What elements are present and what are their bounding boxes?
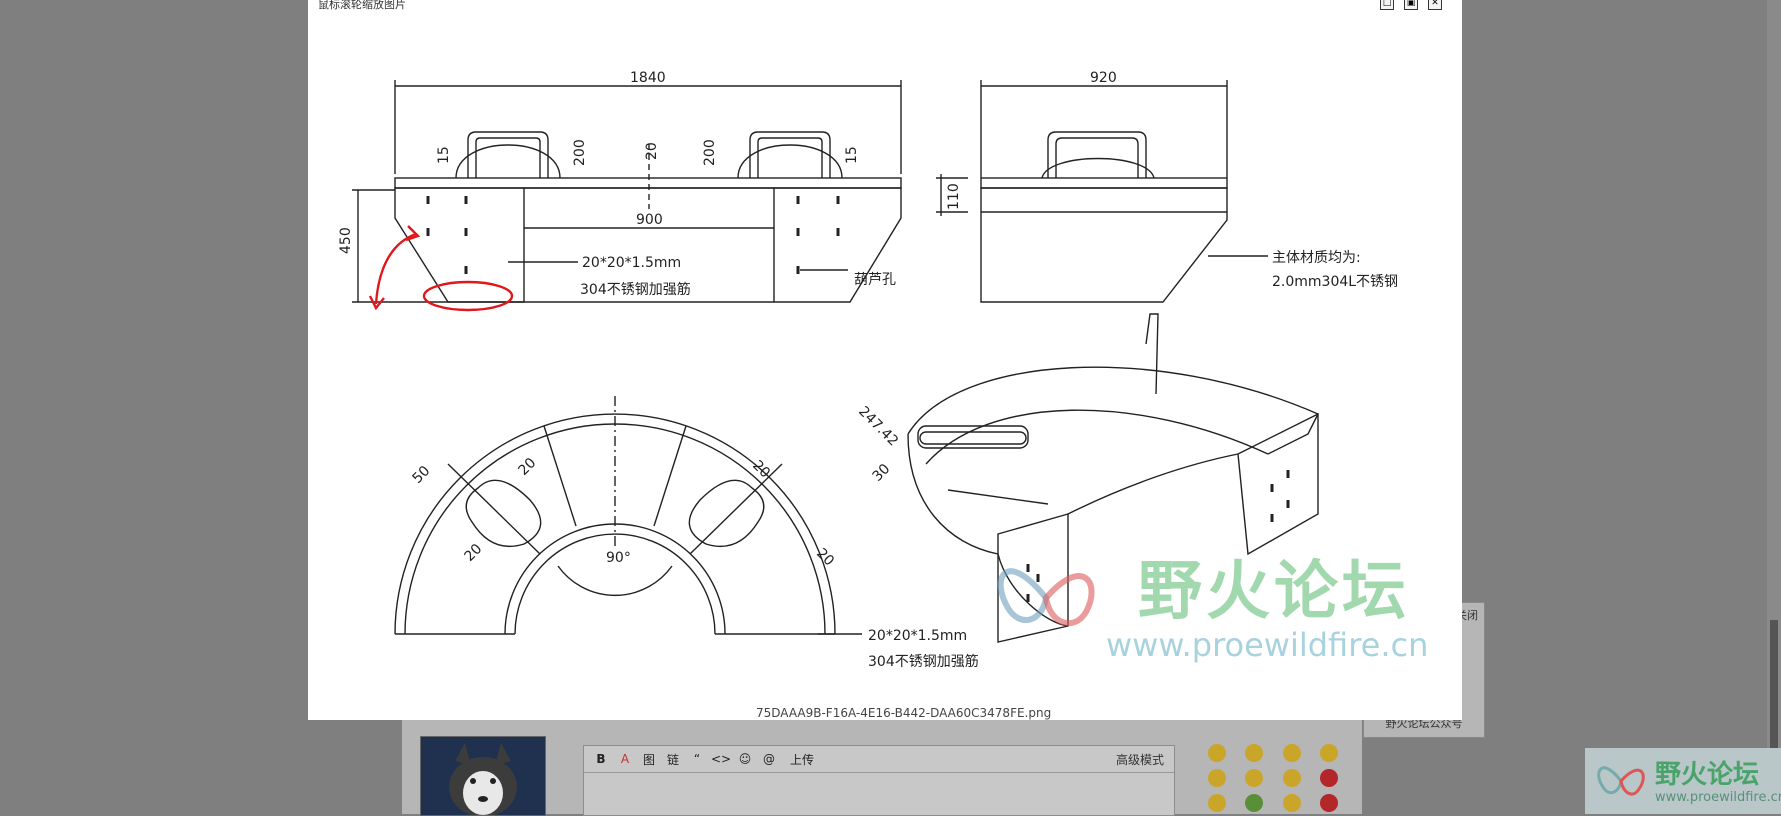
dim-247-42: 247.42 — [855, 404, 901, 450]
dim-20-center: 20 — [644, 142, 660, 160]
editor-toolbar: B A 图 链 “ <> ☺ @ 上传 高级模式 — [584, 746, 1174, 773]
dim-920: 920 — [1090, 70, 1117, 86]
font-color-button[interactable]: A — [616, 750, 634, 768]
smiley-icon[interactable] — [1245, 768, 1264, 787]
smiley-icon[interactable] — [1320, 794, 1339, 813]
smiley-button[interactable]: ☺ — [736, 750, 754, 768]
smiley-icon[interactable] — [1245, 743, 1264, 762]
smiley-icon[interactable] — [1245, 794, 1264, 813]
smiley-icon[interactable] — [1282, 768, 1301, 787]
note-material-2: 2.0mm304L不锈钢 — [1272, 274, 1398, 290]
reply-editor[interactable]: B A 图 链 “ <> ☺ @ 上传 高级模式 — [583, 745, 1175, 816]
butterfly-logo-icon — [1597, 766, 1645, 796]
note-rib-spec-2: 20*20*1.5mm — [868, 628, 967, 644]
image-button[interactable]: 图 — [640, 750, 658, 768]
image-lightbox: 鼠标滚轮缩放图片 □ ▣ ✕ 1840 920 450 15 200 20 20… — [308, 0, 1462, 720]
page-scrollbar[interactable] — [1767, 0, 1781, 814]
note-rib-material: 304不锈钢加强筋 — [580, 281, 691, 298]
smiley-icon[interactable] — [1207, 743, 1226, 762]
dim-90-degree: 90° — [606, 550, 631, 566]
link-button[interactable]: 链 — [664, 750, 682, 768]
note-rib-material-2: 304不锈钢加强筋 — [868, 653, 979, 670]
dim-15-right: 15 — [844, 146, 860, 164]
dim-110: 110 — [946, 183, 962, 210]
smiley-icon[interactable] — [1320, 743, 1339, 762]
note-material-1: 主体材质均为: — [1272, 250, 1361, 266]
corner-logo: 野火论坛 www.proewildfire.cn — [1585, 748, 1781, 814]
smiley-icon[interactable] — [1207, 794, 1226, 813]
dim-20-a: 20 — [516, 455, 540, 479]
lightbox-title: 鼠标滚轮缩放图片 — [318, 0, 406, 11]
dim-200-right: 200 — [702, 139, 718, 166]
dim-50: 50 — [410, 463, 434, 487]
image-filename: 75DAAA9B-F16A-4E16-B442-DAA60C3478FE.png — [756, 706, 1052, 720]
restore-button[interactable]: □ — [1380, 0, 1394, 10]
dim-20-b: 20 — [462, 541, 486, 565]
corner-logo-title: 野火论坛 — [1655, 760, 1760, 790]
note-hole: 葫芦孔 — [854, 272, 896, 288]
dim-15-left: 15 — [436, 146, 452, 164]
smiley-icon[interactable] — [1320, 768, 1339, 787]
smiley-icon[interactable] — [1282, 743, 1301, 762]
smiley-icon[interactable] — [1282, 794, 1301, 813]
bold-button[interactable]: B — [592, 750, 610, 768]
smiley-icon[interactable] — [1207, 768, 1226, 787]
note-rib-spec: 20*20*1.5mm — [582, 255, 681, 271]
avatar[interactable] — [420, 736, 546, 816]
dim-30: 30 — [870, 461, 894, 485]
quote-button[interactable]: “ — [688, 750, 706, 768]
original-size-button[interactable]: ▣ — [1404, 0, 1418, 10]
watermark-title: 野火论坛 — [1138, 555, 1410, 629]
dim-900: 900 — [636, 212, 663, 228]
dim-450: 450 — [338, 227, 354, 254]
upload-button[interactable]: 上传 — [790, 751, 814, 768]
dim-20-d: 20 — [813, 546, 837, 570]
scroll-thumb[interactable] — [1770, 620, 1778, 750]
smiley-grid — [1198, 742, 1348, 814]
close-button[interactable]: ✕ — [1428, 0, 1442, 10]
watermark-logo-icon — [997, 568, 1095, 627]
corner-logo-url: www.proewildfire.cn — [1655, 790, 1781, 805]
code-button[interactable]: <> — [711, 750, 731, 768]
advanced-mode-link[interactable]: 高级模式 — [1116, 751, 1164, 768]
watermark-url: www.proewildfire.cn — [1106, 626, 1429, 664]
dim-1840: 1840 — [630, 70, 666, 86]
mention-button[interactable]: @ — [760, 750, 778, 768]
dim-200-left: 200 — [572, 139, 588, 166]
